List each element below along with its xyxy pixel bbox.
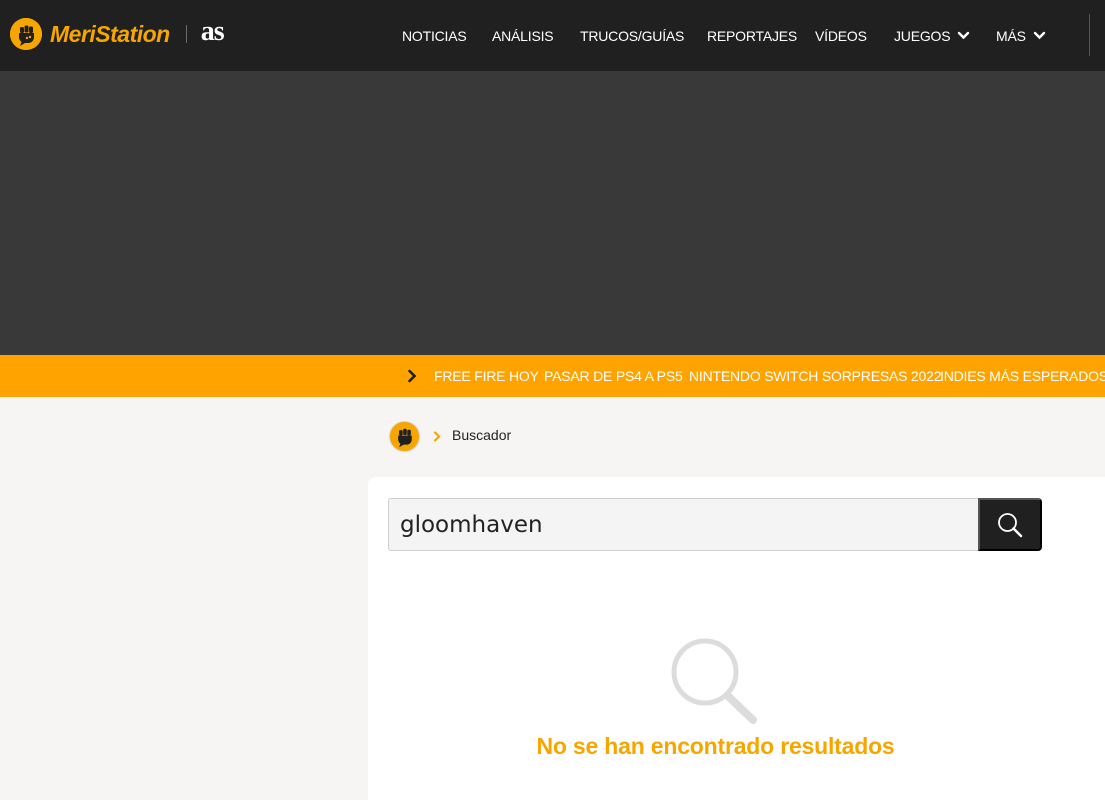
search-button[interactable]	[978, 498, 1042, 551]
search-field	[388, 498, 979, 551]
nav-mas[interactable]: MÁS	[996, 0, 1046, 71]
main-nav: NOTICIAS ANÁLISIS TRUCOS/GUÍAS REPORTAJE…	[0, 0, 1105, 71]
nav-reportajes[interactable]: REPORTAJES	[707, 0, 797, 71]
nav-videos[interactable]: VÍDEOS	[815, 0, 867, 71]
nav-juegos[interactable]: JUEGOS	[894, 0, 970, 71]
nav-analisis[interactable]: ANÁLISIS	[492, 0, 554, 71]
trending-item[interactable]: FREE FIRE HOY	[434, 355, 539, 397]
header-divider	[1089, 14, 1090, 56]
magnifier-icon	[671, 638, 757, 724]
chevron-right-icon	[408, 369, 417, 383]
trending-item[interactable]: INDIES MÁS ESPERADOS 20	[940, 355, 1105, 397]
trending-item[interactable]: NINTENDO SWITCH SORPRESAS 2022	[689, 355, 941, 397]
chevron-down-icon	[1033, 31, 1045, 40]
search-input[interactable]	[389, 499, 979, 550]
chevron-right-icon	[433, 431, 441, 442]
breadcrumb-home-icon[interactable]	[389, 421, 420, 452]
nav-trucos-guias[interactable]: TRUCOS/GUÍAS	[580, 0, 684, 71]
chevron-down-icon	[958, 31, 970, 40]
trending-bar: FREE FIRE HOY PASAR DE PS4 A PS5 NINTEND…	[0, 355, 1105, 397]
trending-item[interactable]: PASAR DE PS4 A PS5	[544, 355, 683, 397]
no-results-message: No se han encontrado resultados	[536, 733, 895, 759]
ad-banner	[0, 71, 1105, 355]
breadcrumb-current: Buscador	[452, 427, 512, 443]
search-icon	[998, 512, 1023, 537]
site-header: MeriStation as NOTICIAS ANÁLISIS TRUCOS/…	[0, 0, 1105, 71]
nav-noticias[interactable]: NOTICIAS	[402, 0, 467, 71]
